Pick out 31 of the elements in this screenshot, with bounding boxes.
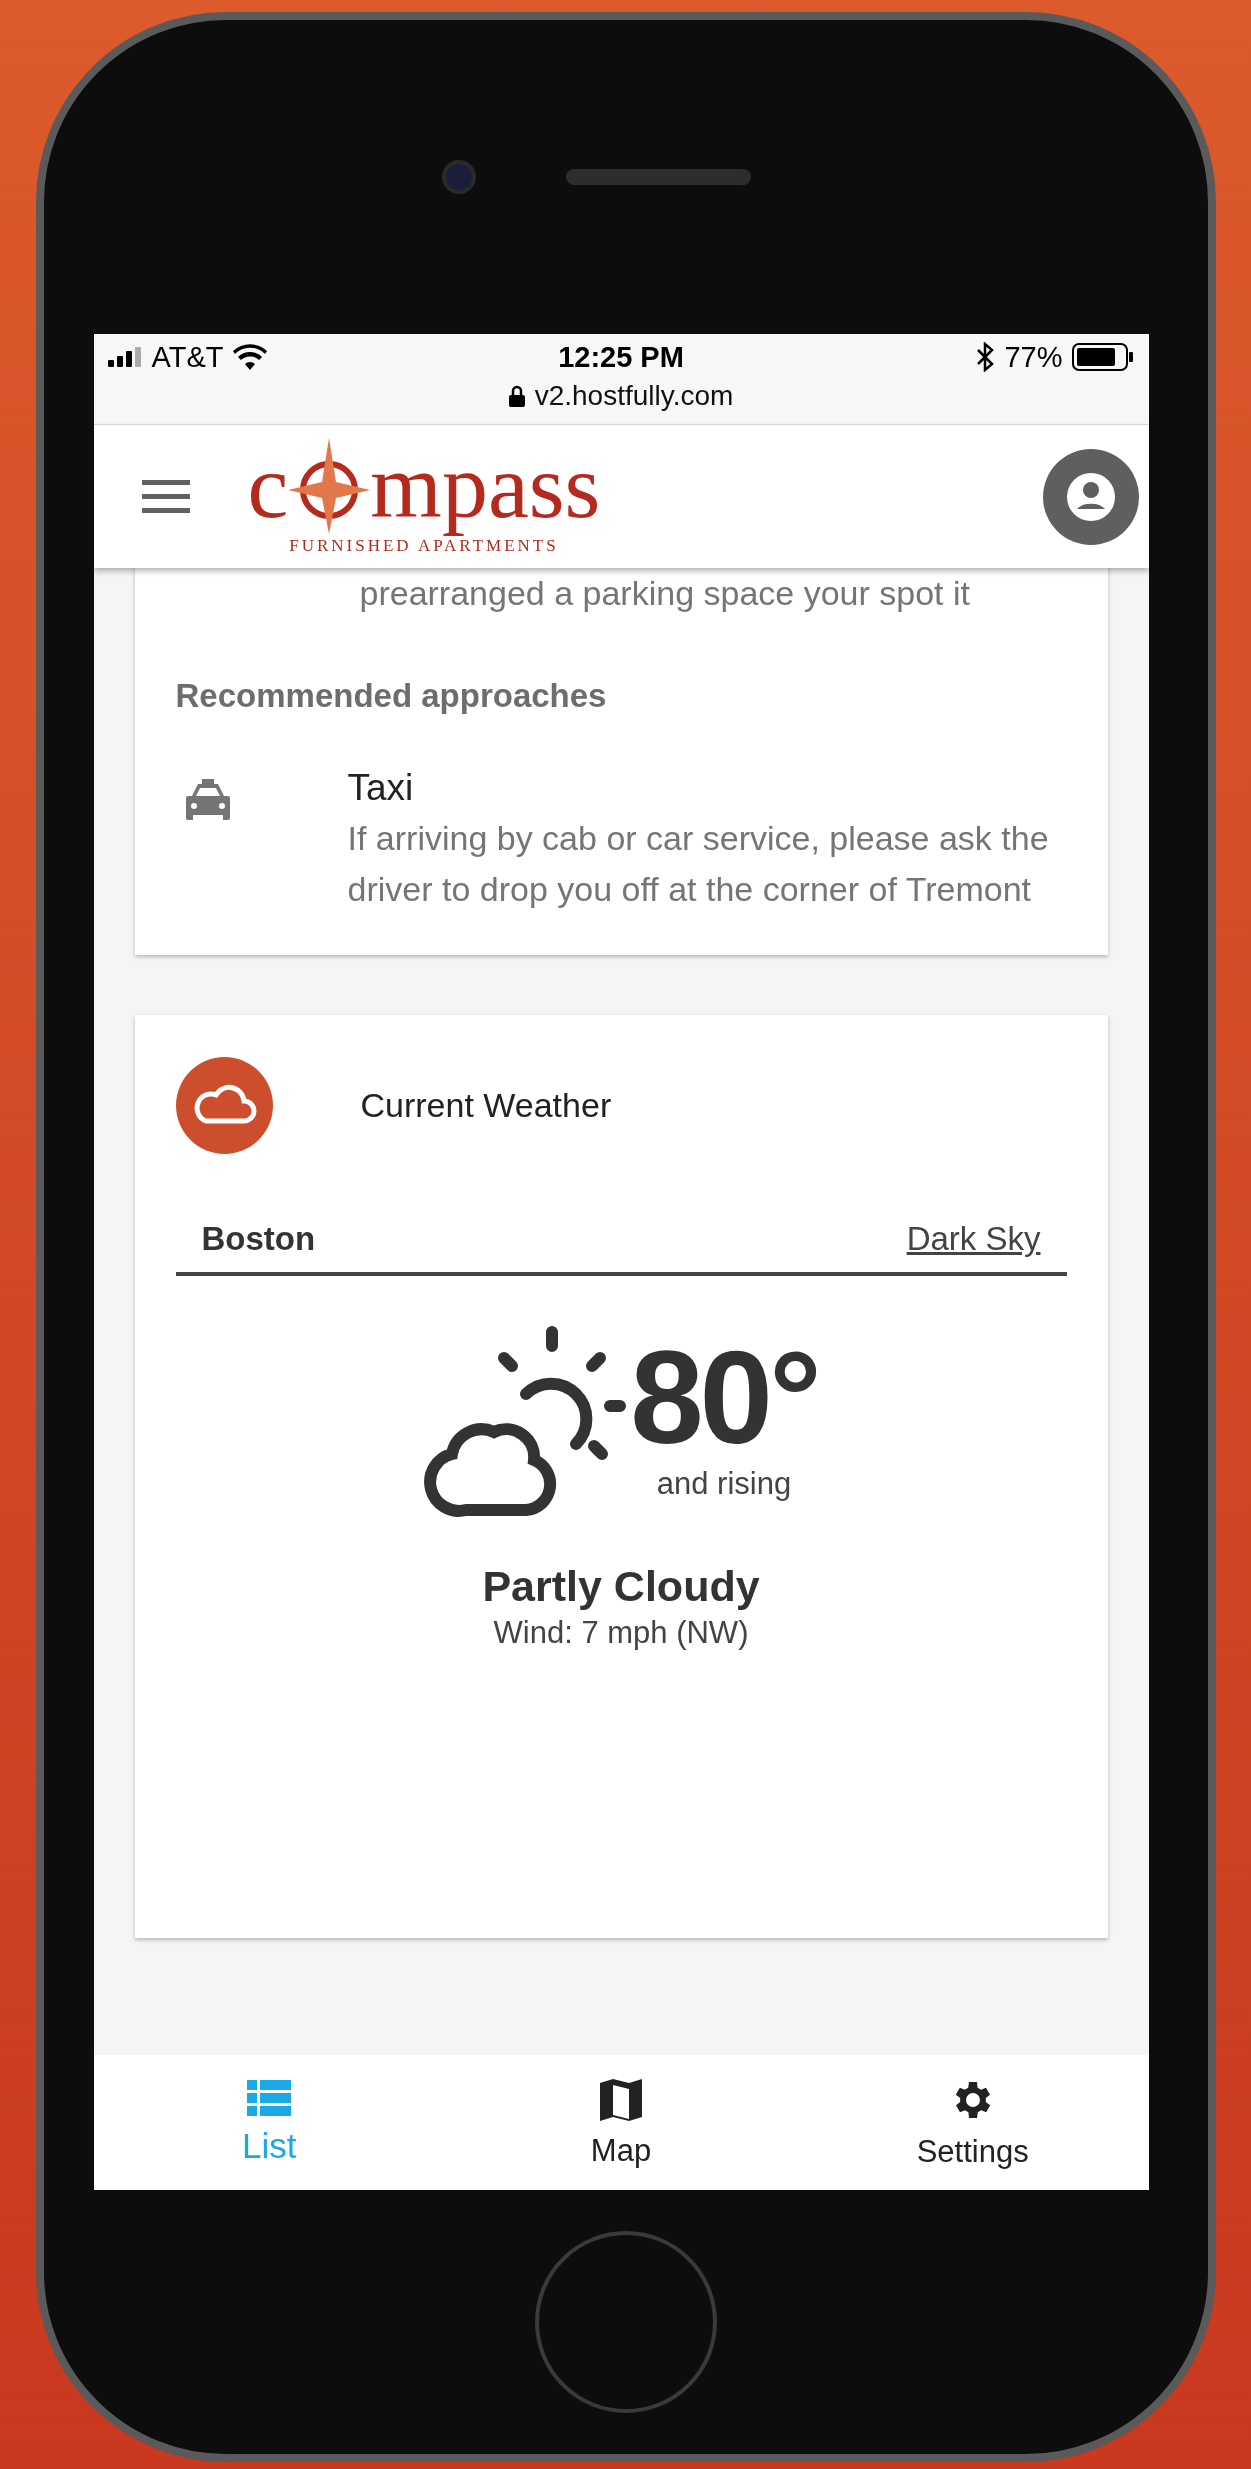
wind-info: Wind: 7 mph (NW) [492, 1615, 750, 1651]
temperature-trend: and rising [656, 1466, 792, 1502]
source-link[interactable]: Dark Sky [906, 1220, 1041, 1258]
bluetooth-icon [976, 342, 995, 372]
temperature: 80° [630, 1332, 818, 1464]
weather-title: Current Weather [360, 1086, 612, 1125]
nav-tab[interactable]: Settings [796, 2055, 1149, 2190]
directions-text: prearranged a parking space your spot it [359, 573, 971, 613]
clock-time: 12:25 PM [558, 340, 684, 374]
map-icon [598, 2076, 644, 2123]
nav-tab[interactable]: Map [445, 2055, 797, 2190]
cloud-icon [175, 1057, 273, 1154]
page-url[interactable]: v2.hostfully.com [534, 380, 734, 412]
menu-icon[interactable] [141, 479, 190, 514]
account-icon[interactable] [1042, 448, 1139, 545]
logo-tagline: FURNISHED APARTMENTS [289, 535, 559, 556]
wifi-icon [233, 344, 268, 370]
weather-condition: Partly Cloudy [481, 1562, 761, 1611]
list-icon [247, 2079, 292, 2116]
battery-percent: 77% [1004, 340, 1063, 374]
camera-icon [441, 160, 476, 194]
section-title: Recommended approaches [175, 677, 608, 715]
carrier-name: AT&T [151, 340, 224, 374]
lock-icon [508, 385, 525, 407]
battery-icon [1072, 343, 1135, 371]
city-name: Boston [201, 1220, 316, 1258]
approach-description: If arriving by cab or car service, please ask the driver to drop you off at the corner of Tremont [347, 818, 1050, 910]
logo-letter: c [247, 439, 289, 532]
approach-title: Taxi [347, 767, 415, 809]
taxi-icon [183, 779, 232, 823]
signal-icon [107, 347, 142, 367]
